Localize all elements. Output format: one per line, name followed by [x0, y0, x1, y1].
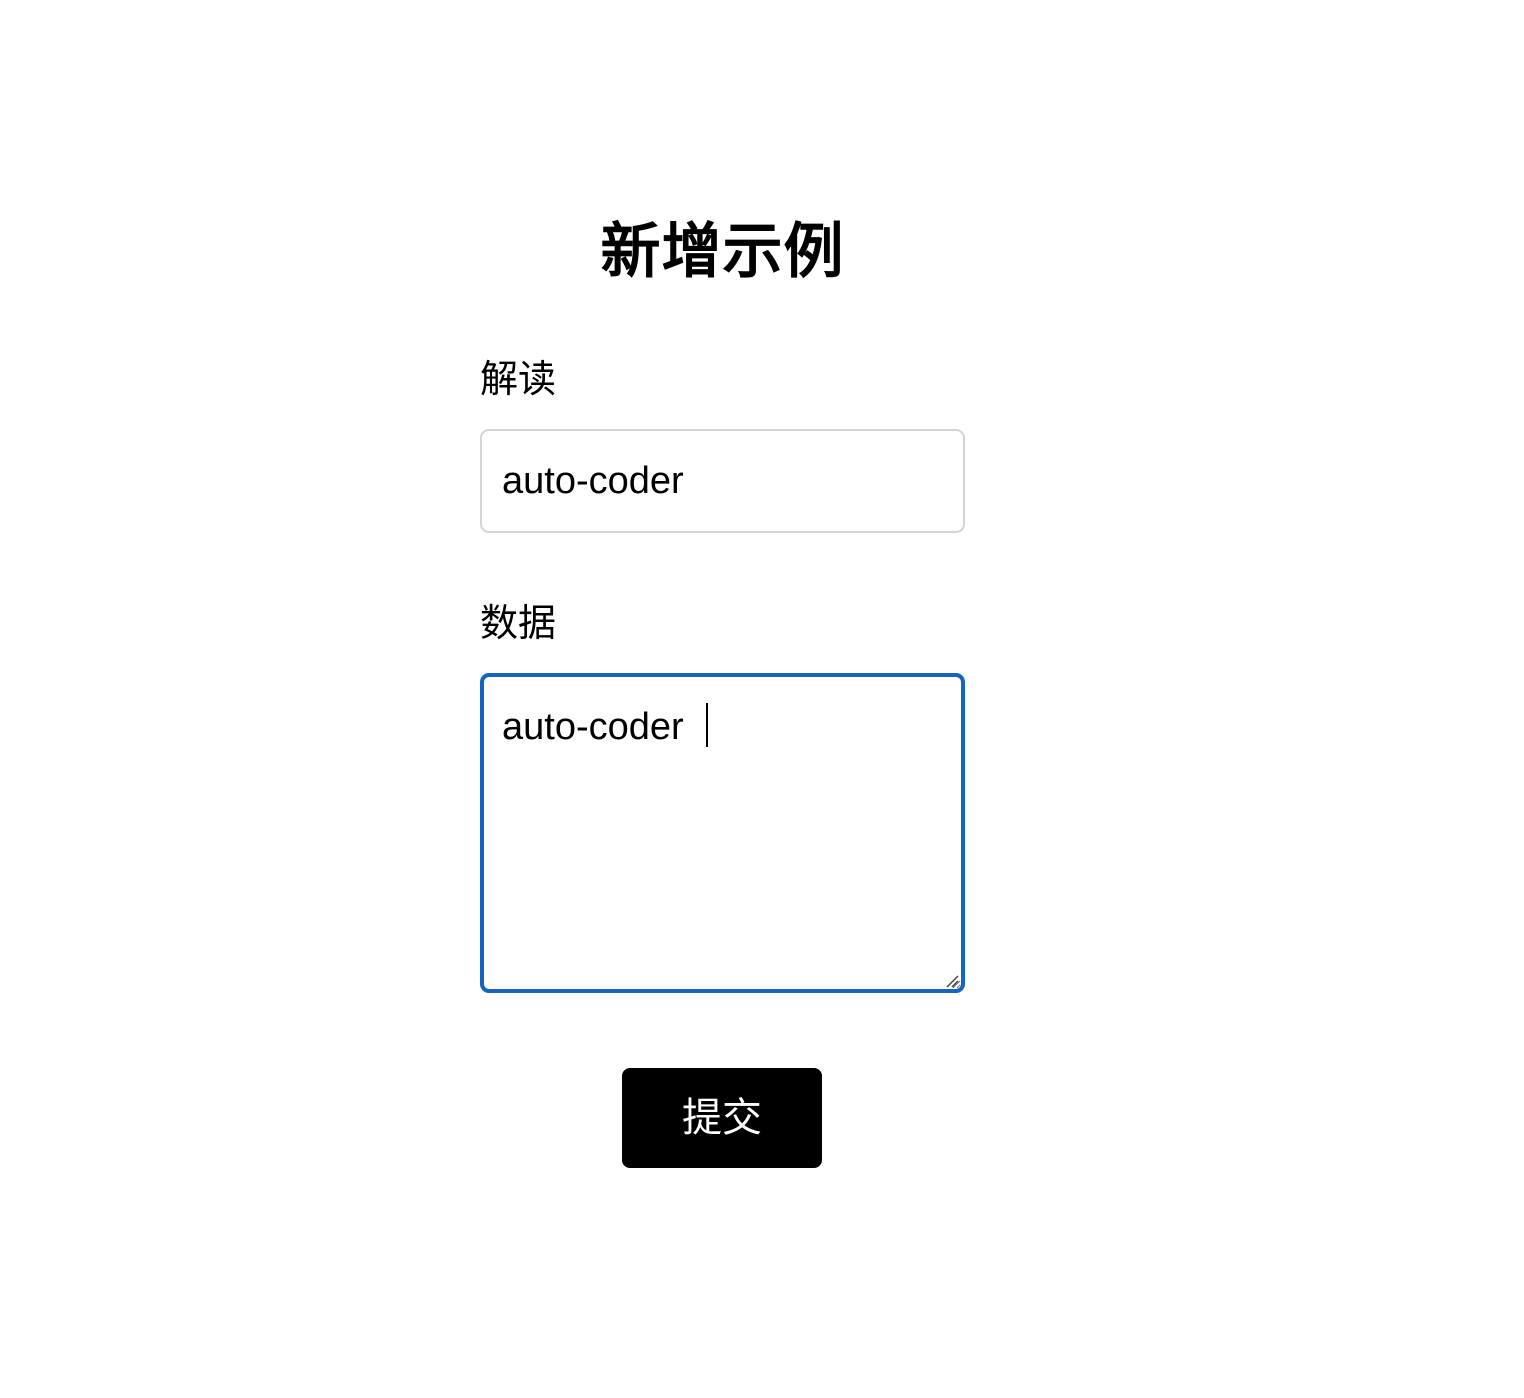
- data-textarea[interactable]: [480, 673, 965, 993]
- add-example-form: 新增示例 解读 数据 提交: [480, 0, 965, 1398]
- interpretation-label: 解读: [480, 359, 557, 401]
- interpretation-input[interactable]: [480, 429, 965, 533]
- resize-handle-icon[interactable]: [945, 974, 959, 988]
- text-cursor: [706, 703, 708, 747]
- data-label: 数据: [480, 603, 557, 645]
- submit-button[interactable]: 提交: [622, 1068, 822, 1168]
- page-title: 新增示例: [600, 218, 845, 285]
